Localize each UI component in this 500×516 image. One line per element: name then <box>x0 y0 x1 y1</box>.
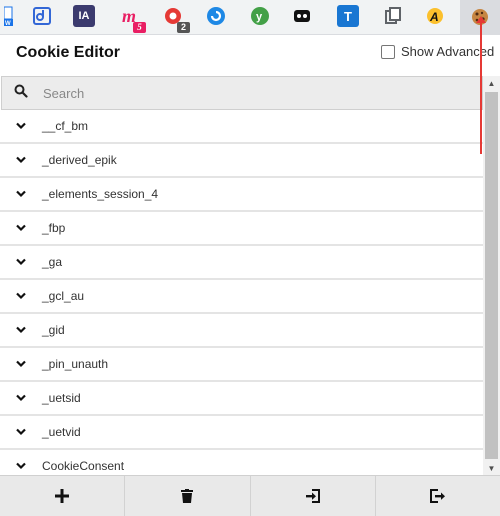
extension-blue-circle-icon[interactable] <box>205 5 227 27</box>
list-scrollbar[interactable]: ▲ ▼ <box>483 76 500 475</box>
cookie-row-fbp[interactable]: _fbp <box>0 212 483 246</box>
extension-m-icon[interactable]: m5 <box>118 5 146 33</box>
cookie-name: _uetsid <box>42 391 81 405</box>
cookie-row-gid[interactable]: _gid <box>0 314 483 348</box>
cookie-name: _derived_epik <box>42 153 117 167</box>
chevron-down-icon <box>16 122 32 130</box>
extension-w-icon[interactable]: W <box>0 5 22 27</box>
show-advanced-checkbox[interactable] <box>381 44 395 59</box>
chevron-down-icon <box>16 224 32 232</box>
search-input[interactable] <box>41 84 465 102</box>
action-bar <box>0 475 500 516</box>
extension-black-icon[interactable] <box>291 5 313 27</box>
chevron-down-icon <box>16 360 32 368</box>
svg-text:W: W <box>5 21 11 27</box>
svg-text:y: y <box>256 11 263 23</box>
chevron-down-icon <box>16 190 32 198</box>
import-icon <box>305 489 320 503</box>
extension-a-icon[interactable]: A <box>424 5 446 27</box>
cookie-list: __cf_bm _derived_epik _elements_session_… <box>0 110 483 475</box>
chevron-down-icon <box>16 156 32 164</box>
cookie-name: _elements_session_4 <box>42 187 159 201</box>
chevron-down-icon <box>16 326 32 334</box>
chevron-down-icon <box>16 258 32 266</box>
extension-copy-icon[interactable] <box>382 5 404 27</box>
chevron-down-icon <box>16 462 32 470</box>
import-button[interactable] <box>251 476 376 516</box>
cookie-name: _fbp <box>42 221 66 235</box>
export-icon <box>429 489 445 503</box>
search-icon <box>14 84 32 103</box>
cookie-row-elements-session-4[interactable]: _elements_session_4 <box>0 178 483 212</box>
cookie-name: _uetvid <box>42 425 81 439</box>
extension-t-icon[interactable]: T <box>337 5 359 27</box>
extension-link-icon[interactable] <box>31 5 53 27</box>
cookie-name: _ga <box>42 255 63 269</box>
cookie-row-uetvid[interactable]: _uetvid <box>0 416 483 450</box>
trash-icon <box>181 489 194 503</box>
extension-green-y-icon[interactable]: y <box>249 5 271 27</box>
popup-title: Cookie Editor <box>16 44 121 61</box>
cookie-name: _gid <box>42 323 65 337</box>
cookie-name: CookieConsent <box>42 459 125 473</box>
cookie-row-ga[interactable]: _ga <box>0 246 483 280</box>
scroll-up-arrow-icon[interactable]: ▲ <box>483 76 500 90</box>
export-button[interactable] <box>376 476 500 516</box>
delete-all-button[interactable] <box>125 476 251 516</box>
plus-icon <box>55 489 70 503</box>
extension-ia-icon[interactable]: IA <box>73 5 95 27</box>
cookie-name: _gcl_au <box>42 289 85 303</box>
cookie-row-uetsid[interactable]: _uetsid <box>0 382 483 416</box>
cookie-row-cf-bm[interactable]: __cf_bm <box>0 110 483 144</box>
cookie-name: _pin_unauth <box>42 357 109 371</box>
chevron-down-icon <box>16 428 32 436</box>
chevron-down-icon <box>16 394 32 402</box>
cookie-name: __cf_bm <box>42 119 89 133</box>
cookie-row-gcl-au[interactable]: _gcl_au <box>0 280 483 314</box>
pointer-line <box>480 20 482 154</box>
cookie-row-pin-unauth[interactable]: _pin_unauth <box>0 348 483 382</box>
cookie-row-derived-epik[interactable]: _derived_epik <box>0 144 483 178</box>
scroll-down-arrow-icon[interactable]: ▼ <box>483 461 500 475</box>
extension-red-icon[interactable]: 2 <box>162 5 190 33</box>
svg-text:A: A <box>429 10 439 24</box>
add-cookie-button[interactable] <box>0 476 126 516</box>
search-bar <box>1 76 483 110</box>
cookie-row-cookieconsent[interactable]: CookieConsent <box>0 450 483 475</box>
show-advanced-toggle[interactable]: Show Advanced <box>381 44 500 59</box>
chevron-down-icon <box>16 292 32 300</box>
extensions-toolbar: W IA m5 2 y T A <box>0 0 500 35</box>
scrollbar-thumb[interactable] <box>485 92 498 459</box>
